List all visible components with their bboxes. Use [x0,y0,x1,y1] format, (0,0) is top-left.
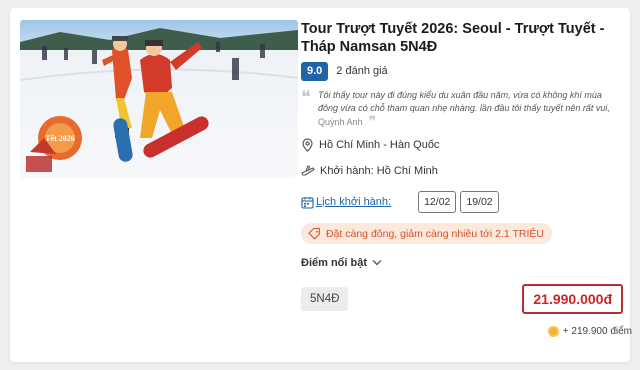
schedule-row: Lịch khởi hành: 12/02 19/02 [301,191,621,213]
review-author: Quỳnh Anh ❞ [318,114,621,130]
schedule-link[interactable]: Lịch khởi hành: [316,196,391,208]
review-quote-text: Tôi thấy tour này đi đúng kiểu du xuân đ… [318,90,610,113]
tag-icon [308,227,320,239]
ski-photo-image: Tết 2026 [20,20,298,178]
rating-row: 9.0 2 đánh giá [301,61,621,81]
rating-score-badge: 9.0 [301,61,329,81]
plane-icon [301,165,315,176]
duration-badge: 5N4Đ [301,286,349,311]
departure-row: Khởi hành: Hồ Chí Minh [301,163,621,179]
calendar-icon [301,196,314,209]
date-chip[interactable]: 19/02 [460,191,499,213]
location-text: Hồ Chí Minh - Hàn Quốc [319,139,440,151]
price-row: 5N4Đ 21.990.000đ [301,283,623,314]
quote-open-icon: ❝ [301,87,311,108]
map-pin-icon [302,138,313,152]
quote-close-icon: ❞ [368,114,377,130]
reward-points: + 219.900 điểm [547,326,632,337]
review-quote: ❝ Tôi thấy tour này đi đúng kiểu du xuân… [301,87,621,130]
promo-badge: Đặt càng đông, giảm càng nhiều tới 2.1 T… [301,223,552,244]
tet-badge-text: Tết 2026 [45,134,75,143]
tour-photo[interactable]: Tết 2026 [20,20,298,178]
review-author-name: Quỳnh Anh [318,117,363,127]
tour-title[interactable]: Tour Trượt Tuyết 2026: Seoul - Trượt Tuy… [301,20,621,56]
coin-icon [547,326,559,337]
tour-card[interactable]: Tết 2026 Tour Trượt Tuyết 2026: Seoul - … [10,8,632,362]
promo-text: Đặt càng đông, giảm càng nhiều tới 2.1 T… [326,227,544,240]
tour-content: Tour Trượt Tuyết 2026: Seoul - Trượt Tuy… [301,20,623,314]
highlight-toggle[interactable]: Điểm nổi bật [301,256,621,270]
points-text: + 219.900 điểm [562,326,632,337]
location-row: Hồ Chí Minh - Hàn Quốc [301,137,621,153]
review-count[interactable]: 2 đánh giá [336,65,387,77]
departure-text: Khởi hành: Hồ Chí Minh [320,165,438,177]
price-box[interactable]: 21.990.000đ [522,283,623,314]
date-chip[interactable]: 12/02 [418,191,457,213]
chevron-down-icon [372,260,382,266]
highlight-label: Điểm nổi bật [301,256,368,269]
